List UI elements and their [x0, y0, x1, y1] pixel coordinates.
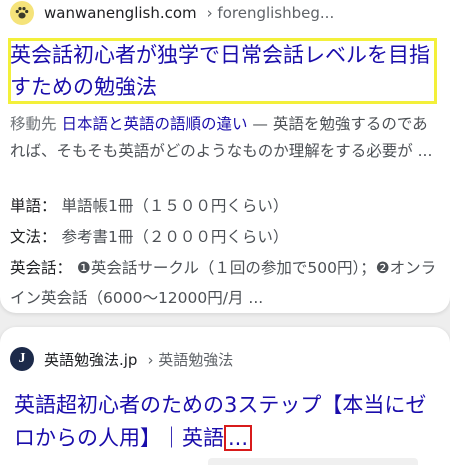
detail-value: 単語帳1冊（１５００円くらい）	[61, 197, 289, 215]
search-result-2: J 英語勉強法.jp › 英語勉強法 英語超初心者のための3ステップ【本当にゼロ…	[0, 327, 450, 465]
paw-icon	[10, 1, 34, 25]
site-name: 英語勉強法.jp	[44, 350, 138, 369]
result-title-link[interactable]: 英語超初心者のための3ステップ【本当にゼロからの人用】｜英語...	[14, 389, 440, 455]
site-path: › 英語勉強法	[147, 350, 234, 369]
detail-label: 文法：	[10, 228, 57, 246]
site-name: wanwanenglish.com	[44, 4, 197, 22]
result-title-link[interactable]: 英会話初心者が独学で日常会話レベルを目指すための勉強法	[10, 39, 438, 103]
detail-label: 英会話：	[10, 259, 73, 277]
site-logo-icon: J	[10, 347, 34, 371]
detail-value: ❶英会話サークル（１回の参加で500円）；❷オンライン英会話（6000〜1200…	[10, 259, 437, 307]
detail-row-words: 単語： 単語帳1冊（１５００円くらい）	[10, 191, 440, 221]
result-source[interactable]: wanwanenglish.com › forenglishbeg...	[10, 0, 334, 26]
next-card-edge	[208, 458, 418, 465]
result-title-text: 英語超初心者のための3ステップ【本当にゼロからの人用】｜英語	[14, 393, 427, 450]
snippet-prefix: 移動先	[10, 115, 57, 133]
detail-label: 単語：	[10, 197, 57, 215]
search-result-1: wanwanenglish.com › forenglishbeg... 英会話…	[0, 0, 450, 313]
detail-value: 参考書1冊（２０００円くらい）	[61, 228, 289, 246]
result-source[interactable]: J 英語勉強法.jp › 英語勉強法	[10, 346, 233, 372]
result-snippet: 移動先 日本語と英語の語順の違い — 英語を勉強するのであれば、そもそも英語がど…	[10, 111, 440, 165]
title-ellipsis: ...	[224, 425, 253, 451]
site-path: › forenglishbeg...	[206, 4, 335, 22]
detail-row-grammar: 文法： 参考書1冊（２０００円くらい）	[10, 222, 440, 252]
detail-row-conversation: 英会話： ❶英会話サークル（１回の参加で500円）；❷オンライン英会話（6000…	[10, 253, 440, 313]
snippet-anchor-link[interactable]: 日本語と英語の語順の違い	[61, 115, 247, 133]
